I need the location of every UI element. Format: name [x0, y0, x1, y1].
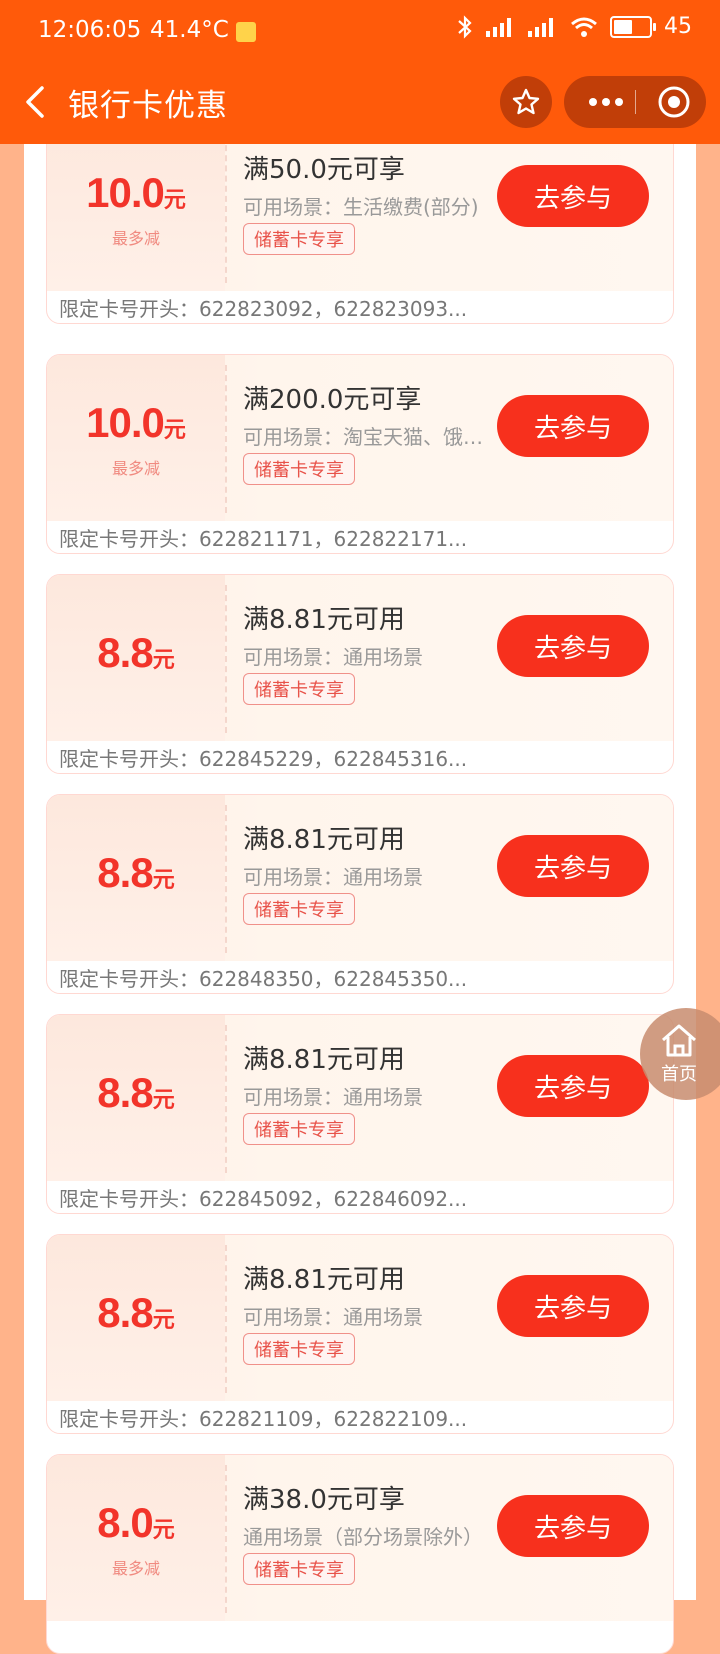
bluetooth-icon [458, 14, 472, 39]
status-temperature: 41.4°C [150, 17, 229, 43]
coupon-amount-unit: 元 [152, 648, 175, 673]
more-icon [589, 98, 623, 106]
more-button[interactable] [576, 76, 636, 128]
coupon-card: 8.8元 满8.81元可用 可用场景：通用场景 储蓄卡专享 去参与 限定卡号开头… [46, 574, 674, 774]
coupon-condition: 满8.81元可用 [243, 1045, 405, 1075]
coupon-amount: 10.0元 [47, 169, 225, 217]
coupon-amount-value: 8.8 [97, 629, 153, 676]
battery-icon [610, 15, 656, 38]
join-button[interactable]: 去参与 [497, 395, 649, 457]
coupon-amount: 8.8元 [47, 849, 225, 897]
page-title: 银行卡优惠 [68, 88, 228, 124]
coupon-tag: 储蓄卡专享 [243, 893, 355, 925]
join-button[interactable]: 去参与 [497, 1055, 649, 1117]
coupon-condition: 满200.0元可享 [243, 385, 422, 415]
coupon-condition: 满8.81元可用 [243, 1265, 405, 1295]
coupon-condition: 满50.0元可享 [243, 155, 405, 185]
status-time: 12:06:05 [38, 17, 142, 43]
status-icons: 45 [456, 14, 692, 39]
home-label: 首页 [661, 1064, 697, 1085]
coupon-max-label: 最多减 [111, 459, 160, 478]
coupon-amount: 8.8元 [47, 1289, 225, 1337]
join-button[interactable]: 去参与 [497, 165, 649, 227]
join-button[interactable]: 去参与 [497, 835, 649, 897]
capsule-divider [635, 90, 636, 114]
coupon-amount-value: 8.0 [97, 1499, 153, 1546]
coupon-amount-unit: 元 [152, 1088, 175, 1113]
coupon-amount-value: 8.8 [97, 1069, 153, 1116]
coupon-condition: 满8.81元可用 [243, 825, 405, 855]
home-icon [662, 1024, 696, 1057]
nav-bar: 银行卡优惠 [0, 64, 720, 144]
coupon-divider [225, 1025, 227, 1173]
coupon-amount-unit: 元 [152, 868, 175, 893]
coupon-card: 8.8元 满8.81元可用 可用场景：通用场景 储蓄卡专享 去参与 限定卡号开头… [46, 794, 674, 994]
coupon-card: 10.0元 最多减 满200.0元可享 可用场景：淘宝天猫、饿… 储蓄卡专享 去… [46, 354, 674, 554]
target-close-icon [658, 86, 690, 118]
coupon-amount: 8.8元 [47, 629, 225, 677]
coupon-divider [225, 135, 227, 283]
back-icon[interactable] [18, 82, 58, 122]
coupon-divider [225, 1465, 227, 1613]
coupon-card-prefixes: 限定卡号开头：622845229，622845316... [59, 747, 468, 771]
coupon-amount-value: 8.8 [97, 849, 153, 896]
coupon-tag: 储蓄卡专享 [243, 1113, 355, 1145]
coupon-amount-unit: 元 [152, 1518, 175, 1543]
coupon-scene: 可用场景：通用场景 [243, 1305, 423, 1329]
coupon-scene: 可用场景：生活缴费(部分) [243, 195, 479, 219]
coupon-max-label: 最多减 [111, 1559, 160, 1578]
coupon-scene: 通用场景（部分场景除外） [243, 1525, 483, 1549]
app-header: 12:06:05 41.4°C 45 银行卡优惠 [0, 0, 720, 144]
join-button[interactable]: 去参与 [497, 615, 649, 677]
coupon-card-prefixes: 限定卡号开头：622823092，622823093... [59, 297, 468, 321]
coupon-divider [225, 1245, 227, 1393]
favorite-button[interactable] [500, 76, 552, 128]
coupon-tag: 储蓄卡专享 [243, 223, 355, 255]
star-icon [512, 88, 540, 115]
coupon-amount: 8.0元 [47, 1499, 225, 1547]
coupon-card-prefixes: 限定卡号开头：622821109，622822109... [59, 1407, 468, 1431]
coupon-scene: 可用场景：通用场景 [243, 865, 423, 889]
coupon-card-prefixes: 限定卡号开头：622848350，622845350... [59, 967, 468, 991]
coupon-card-prefixes: 限定卡号开头：622821171，622822171... [59, 527, 468, 551]
coupon-amount-unit: 元 [163, 418, 186, 443]
coupon-condition: 满38.0元可享 [243, 1485, 405, 1515]
coupon-card: 8.0元 最多减 满38.0元可享 通用场景（部分场景除外） 储蓄卡专享 去参与 [46, 1454, 674, 1654]
coupon-amount-unit: 元 [163, 188, 186, 213]
coupon-tag: 储蓄卡专享 [243, 673, 355, 705]
coupon-card: 8.8元 满8.81元可用 可用场景：通用场景 储蓄卡专享 去参与 限定卡号开头… [46, 1234, 674, 1434]
signal-icon-2 [528, 17, 553, 37]
battery-level: 45 [664, 14, 692, 39]
wifi-icon [571, 17, 597, 37]
coupon-condition: 满8.81元可用 [243, 605, 405, 635]
coupon-divider [225, 585, 227, 733]
signal-icon [486, 17, 511, 37]
mini-program-capsule [564, 76, 706, 128]
coupon-max-label: 最多减 [111, 229, 160, 248]
coupon-scene: 可用场景：通用场景 [243, 1085, 423, 1109]
coupon-tag: 储蓄卡专享 [243, 453, 355, 485]
coupon-scene: 可用场景：通用场景 [243, 645, 423, 669]
close-button[interactable] [648, 76, 700, 128]
coupon-amount-value: 10.0 [86, 399, 165, 446]
coupon-amount-unit: 元 [152, 1308, 175, 1333]
status-bar: 12:06:05 41.4°C 45 [0, 0, 720, 64]
notification-icon [236, 22, 256, 42]
coupon-card: 10.0元 最多减 满50.0元可享 可用场景：生活缴费(部分) 储蓄卡专享 去… [46, 124, 674, 324]
join-button[interactable]: 去参与 [497, 1275, 649, 1337]
coupon-tag: 储蓄卡专享 [243, 1553, 355, 1585]
coupon-card: 8.8元 满8.81元可用 可用场景：通用场景 储蓄卡专享 去参与 限定卡号开头… [46, 1014, 674, 1214]
join-button[interactable]: 去参与 [497, 1495, 649, 1557]
coupon-amount: 8.8元 [47, 1069, 225, 1117]
coupon-amount-value: 10.0 [86, 169, 165, 216]
coupon-card-prefixes: 限定卡号开头：622845092，622846092... [59, 1187, 468, 1211]
coupon-divider [225, 365, 227, 513]
coupon-divider [225, 805, 227, 953]
coupon-tag: 储蓄卡专享 [243, 1333, 355, 1365]
coupon-amount: 10.0元 [47, 399, 225, 447]
coupon-list: 10.0元 最多减 满50.0元可享 可用场景：生活缴费(部分) 储蓄卡专享 去… [24, 124, 696, 1654]
coupon-amount-value: 8.8 [97, 1289, 153, 1336]
coupon-scene: 可用场景：淘宝天猫、饿… [243, 425, 483, 449]
